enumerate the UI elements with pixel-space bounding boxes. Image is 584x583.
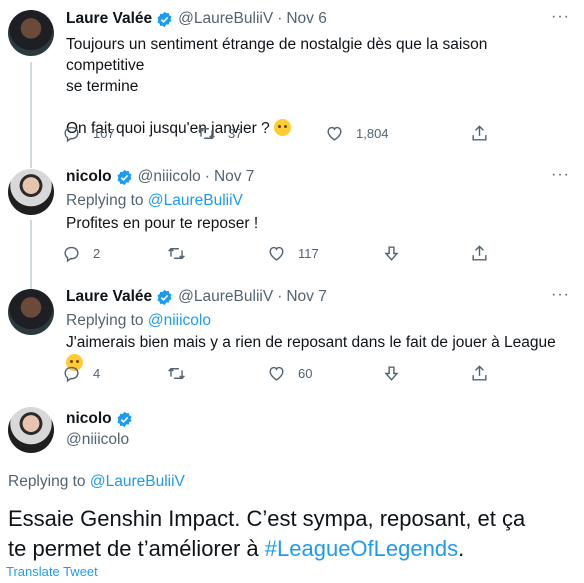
main-tweet: nicolo @niiicolo Replying to @LaureBulii… (0, 398, 584, 583)
downvote-icon (384, 366, 399, 381)
verified-icon (157, 11, 172, 27)
replying-prefix: Replying to (66, 192, 144, 209)
replying-prefix: Replying to (8, 473, 86, 490)
avatar[interactable] (8, 169, 54, 215)
reply-icon (64, 246, 79, 263)
like-icon (269, 246, 284, 261)
thread-line (30, 220, 32, 283)
tweet-date[interactable]: Nov 7 (286, 288, 327, 306)
like-button[interactable]: 60 (267, 364, 312, 383)
replying-to-link[interactable]: @niiicolo (148, 312, 211, 329)
tweet-header: Laure Valée @LaureBuliiV · Nov 7 (66, 288, 327, 306)
replying-to: Replying to @LaureBuliiV (8, 473, 185, 491)
author-handle[interactable]: @niiicolo (138, 168, 201, 186)
tweet-3[interactable]: Laure Valée @LaureBuliiV · Nov 7 ··· Rep… (0, 283, 584, 398)
author-handle-row: @niiicolo (66, 431, 129, 449)
tweet-actions: 107 37 1,804 (62, 124, 492, 146)
tweet-actions: 2 117 (62, 244, 492, 266)
share-button[interactable] (470, 364, 501, 383)
avatar[interactable] (8, 407, 54, 453)
retweet-icon (168, 247, 185, 260)
thread-line (30, 160, 32, 168)
like-button[interactable]: 1,804 (325, 124, 389, 143)
reply-icon (64, 126, 79, 143)
retweet-icon (168, 367, 185, 380)
tweet-header: Laure Valée @LaureBuliiV · Nov 6 (66, 10, 327, 28)
tweet-header: nicolo @niiicolo · Nov 7 (66, 168, 254, 186)
downvote-icon (384, 246, 399, 261)
more-icon[interactable]: ··· (551, 286, 570, 304)
avatar[interactable] (8, 10, 54, 56)
retweet-button[interactable] (167, 364, 198, 383)
tweet-text-line: J'aimerais bien mais y a rien de reposan… (66, 334, 556, 351)
reply-button[interactable]: 107 (62, 124, 115, 143)
translate-tweet-link[interactable]: Translate Tweet (6, 564, 98, 579)
reply-count: 2 (93, 246, 101, 261)
author-handle[interactable]: @LaureBuliiV (178, 10, 273, 28)
reply-button[interactable]: 2 (62, 244, 100, 263)
tweet-text: Essaie Genshin Impact. C’est sympa, repo… (8, 504, 574, 564)
verified-icon (157, 289, 172, 305)
replying-to-link[interactable]: @LaureBuliiV (90, 473, 185, 490)
share-icon (472, 125, 487, 141)
replying-prefix: Replying to (66, 312, 144, 329)
thread-line (30, 62, 32, 160)
reply-count: 4 (93, 366, 101, 381)
reply-icon (64, 366, 79, 383)
retweet-icon (198, 127, 215, 140)
author-name[interactable]: Laure Valée (66, 288, 152, 306)
downvote-button[interactable] (382, 244, 413, 263)
retweet-button[interactable]: 37 (197, 124, 242, 143)
author-handle[interactable]: @niiicolo (66, 431, 129, 449)
replying-to-link[interactable]: @LaureBuliiV (148, 192, 243, 209)
share-icon (472, 365, 487, 381)
separator-dot: · (277, 288, 283, 305)
tweet-1[interactable]: Laure Valée @LaureBuliiV · Nov 6 ··· Tou… (0, 0, 584, 160)
tweet-text-line: Essaie Genshin Impact. C’est sympa, repo… (8, 506, 526, 531)
hashtag-link[interactable]: #LeagueOfLegends (265, 536, 458, 561)
share-icon (472, 245, 487, 261)
separator-dot: · (204, 168, 210, 185)
verified-icon (117, 411, 132, 427)
tweet-actions: 4 60 (62, 364, 492, 386)
tweet-text-line: se termine (66, 78, 139, 95)
tweet-text-line: te permet de t’améliorer à (8, 536, 265, 561)
replying-to: Replying to @LaureBuliiV (66, 192, 243, 210)
tweet-2[interactable]: nicolo @niiicolo · Nov 7 ··· Replying to… (0, 160, 584, 283)
retweet-button[interactable] (167, 244, 198, 263)
downvote-button[interactable] (382, 364, 413, 383)
like-button[interactable]: 117 (267, 244, 319, 263)
author-name[interactable]: nicolo (66, 410, 112, 428)
author-name-row: nicolo (66, 410, 138, 428)
like-icon (269, 366, 284, 381)
retweet-count: 37 (228, 126, 243, 141)
like-icon (327, 126, 342, 141)
replying-to: Replying to @niiicolo (66, 312, 211, 330)
tweet-date[interactable]: Nov 6 (286, 10, 327, 28)
verified-icon (117, 169, 132, 185)
author-name[interactable]: nicolo (66, 168, 112, 186)
avatar[interactable] (8, 289, 54, 335)
like-count: 1,804 (356, 126, 389, 141)
reply-count: 107 (93, 126, 115, 141)
more-icon[interactable]: ··· (551, 8, 570, 26)
share-button[interactable] (470, 244, 501, 263)
tweet-text: Profites en pour te reposer ! (66, 215, 259, 232)
separator-dot: · (277, 10, 283, 27)
like-count: 60 (298, 366, 313, 381)
tweet-text-line: Toujours un sentiment étrange de nostalg… (66, 36, 488, 74)
reply-button[interactable]: 4 (62, 364, 100, 383)
author-name[interactable]: Laure Valée (66, 10, 152, 28)
share-button[interactable] (470, 124, 501, 143)
tweet-text-punctuation: . (458, 536, 465, 561)
more-icon[interactable]: ··· (551, 166, 570, 184)
author-handle[interactable]: @LaureBuliiV (178, 288, 273, 306)
like-count: 117 (298, 246, 319, 261)
tweet-date[interactable]: Nov 7 (214, 168, 255, 186)
